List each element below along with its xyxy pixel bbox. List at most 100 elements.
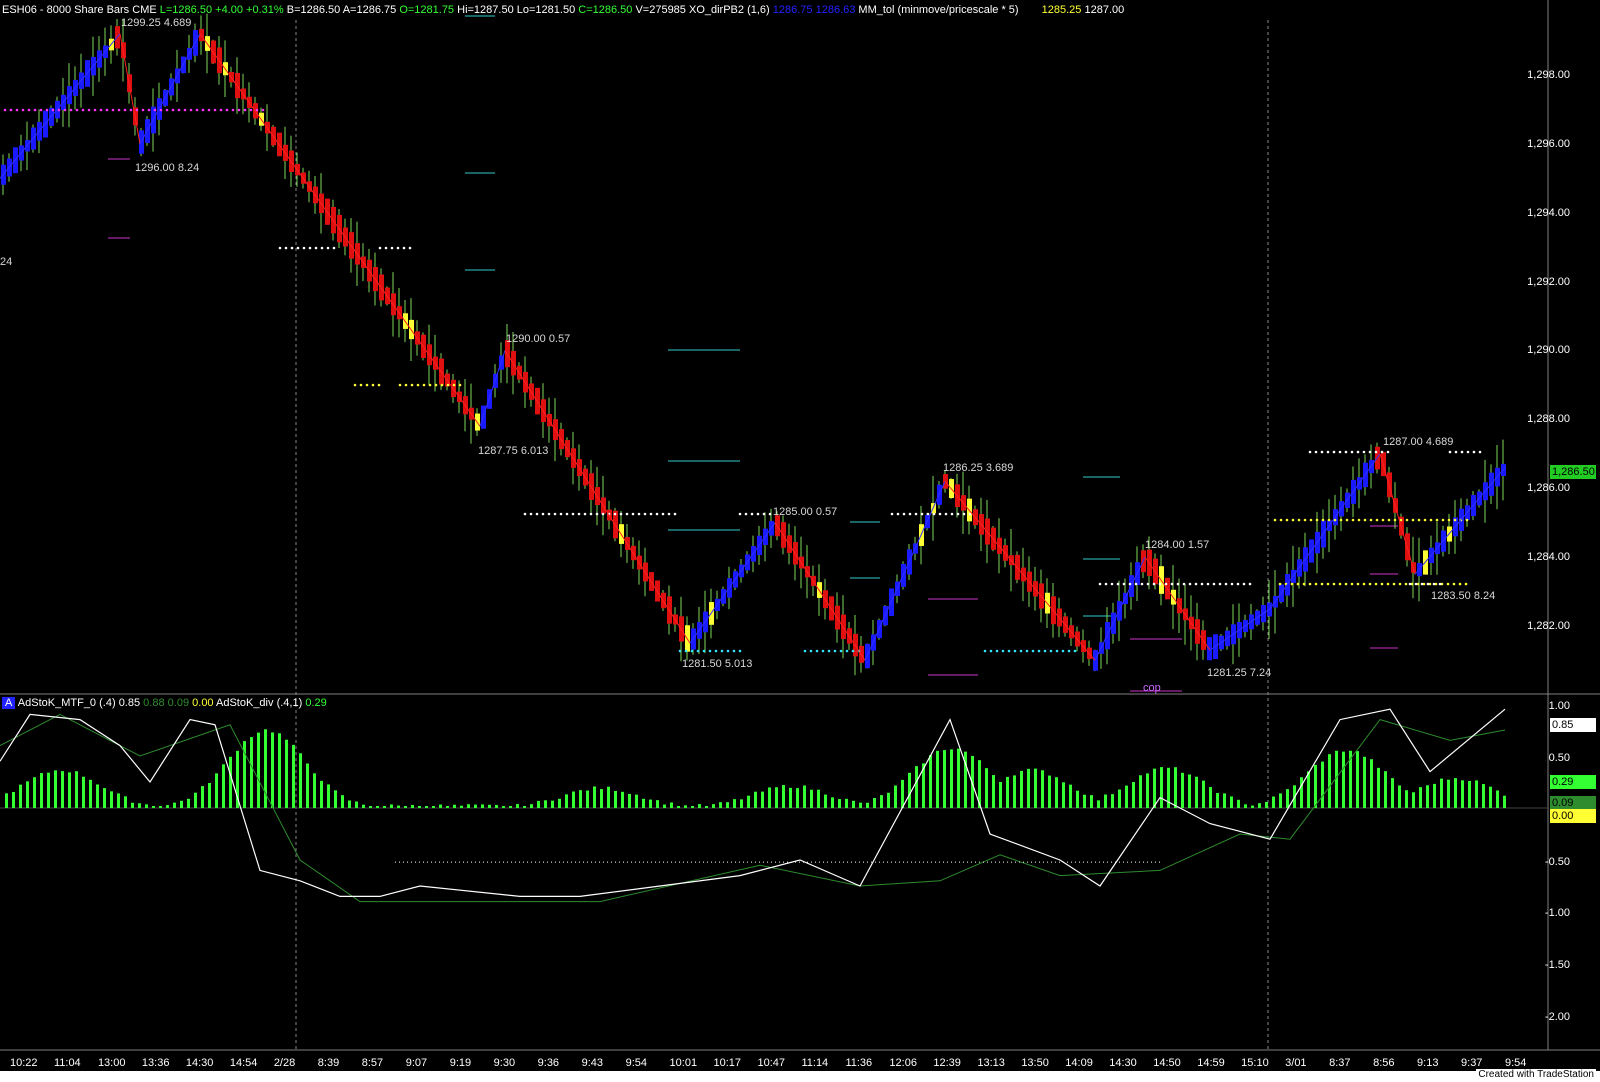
- analysis-badge[interactable]: A: [2, 697, 16, 709]
- chart-canvas[interactable]: [0, 0, 1600, 1082]
- time-tick: 9:30: [493, 1057, 516, 1069]
- level-dot: [890, 512, 894, 516]
- level-dot: [845, 649, 849, 653]
- histogram-bar: [607, 786, 610, 808]
- level-dot: [690, 649, 694, 653]
- level-dot: [9, 108, 13, 112]
- level-dot: [231, 108, 235, 112]
- level-dot: [1073, 649, 1077, 653]
- level-dot: [547, 512, 551, 516]
- level-dot: [1386, 582, 1390, 586]
- level-dot: [1356, 582, 1360, 586]
- level-dot: [1429, 518, 1433, 522]
- level-dot: [177, 108, 181, 112]
- histogram-bar: [866, 802, 869, 808]
- level-dot: [803, 649, 807, 653]
- level-dot: [255, 108, 259, 112]
- swing-label: 1284.00 1.57: [1145, 539, 1210, 551]
- histogram-bar: [222, 764, 225, 808]
- histogram-bar: [96, 784, 99, 808]
- histogram-bar: [369, 806, 372, 808]
- histogram-bar: [754, 791, 757, 808]
- level-dot: [1405, 518, 1409, 522]
- level-dot: [1375, 518, 1379, 522]
- level-dot: [523, 512, 527, 516]
- level-dot: [720, 649, 724, 653]
- level-dot: [1392, 582, 1396, 586]
- level-dot: [398, 383, 402, 387]
- volume-value: V=275985: [635, 4, 686, 16]
- histogram-bar: [1020, 770, 1023, 808]
- histogram-bar: [740, 799, 743, 808]
- level-dot: [1464, 582, 1468, 586]
- level-dot: [27, 108, 31, 112]
- histogram-bar: [1342, 751, 1345, 808]
- level-dot: [583, 512, 587, 516]
- level-dot: [1013, 649, 1017, 653]
- histogram-bar: [180, 800, 183, 808]
- price-tick: 1,286.00: [1527, 482, 1570, 494]
- histogram-bar: [411, 804, 414, 808]
- histogram-bar: [1111, 794, 1114, 808]
- time-tick: 11:04: [53, 1057, 81, 1069]
- time-tick: 14:09: [1065, 1057, 1093, 1069]
- time-tick: 9:54: [625, 1057, 647, 1069]
- level-dot: [962, 512, 966, 516]
- histogram-bar: [1104, 794, 1107, 808]
- indicator2-params: (minmove/pricescale * 5): [897, 4, 1019, 16]
- level-dot: [1426, 582, 1430, 586]
- time-tick: 12:06: [889, 1057, 917, 1069]
- histogram-bar: [285, 739, 288, 808]
- level-dot: [1380, 450, 1384, 454]
- time-tick: 14:54: [229, 1057, 258, 1069]
- level-dot: [1435, 518, 1439, 522]
- indicator2-name[interactable]: MM_tol: [858, 4, 894, 16]
- histogram-bar: [656, 800, 659, 808]
- indicator1-name[interactable]: XO_dirPB2: [689, 4, 744, 16]
- level-dot: [1369, 518, 1373, 522]
- level-dot: [261, 108, 265, 112]
- histogram-bar: [558, 798, 561, 808]
- level-dot: [649, 512, 653, 516]
- histogram-bar: [677, 806, 680, 808]
- change-value: +4.00: [215, 4, 243, 16]
- level-dot: [1158, 582, 1162, 586]
- time-tick: 10:01: [669, 1057, 698, 1069]
- time-tick: 8:39: [317, 1057, 340, 1069]
- histogram-bar: [719, 802, 722, 808]
- level-dot: [21, 108, 25, 112]
- histogram-bar: [642, 798, 645, 808]
- symbol-label[interactable]: ESH06 - 8000 Share Bars: [2, 4, 129, 16]
- histogram-bar: [1482, 784, 1485, 808]
- level-dot: [1417, 518, 1421, 522]
- histogram-bar: [544, 800, 547, 808]
- osc2-name[interactable]: AdStoK_div: [216, 697, 273, 709]
- histogram-bar: [1132, 782, 1135, 808]
- level-dot: [902, 512, 906, 516]
- swing-label: 1296.00 8.24: [135, 162, 200, 174]
- osc-tick: 1.00: [1548, 700, 1570, 712]
- level-dot: [1297, 518, 1301, 522]
- swing-label: 1287.75 6.013: [478, 445, 549, 457]
- histogram-bar: [383, 806, 386, 808]
- histogram-bar: [250, 737, 253, 808]
- price-tick: 1,294.00: [1527, 207, 1570, 219]
- level-dot: [302, 246, 306, 250]
- level-dot: [1363, 518, 1367, 522]
- histogram-bar: [614, 790, 617, 808]
- indicator2-value1: 1285.25: [1041, 4, 1082, 16]
- level-dot: [1061, 649, 1065, 653]
- osc1-name[interactable]: AdStoK_MTF_0: [18, 697, 96, 709]
- level-dot: [708, 649, 712, 653]
- level-dot: [589, 512, 593, 516]
- histogram-bar: [1447, 779, 1450, 808]
- histogram-bar: [355, 801, 358, 808]
- level-dot: [1350, 450, 1354, 454]
- level-dot: [565, 512, 569, 516]
- osc1-value2: 0.88: [143, 697, 165, 709]
- indicator1-value2: 1286.63: [815, 4, 856, 16]
- histogram-bar: [54, 770, 57, 808]
- histogram-bar: [1118, 789, 1121, 808]
- histogram-bar: [460, 805, 463, 808]
- level-dot: [944, 512, 948, 516]
